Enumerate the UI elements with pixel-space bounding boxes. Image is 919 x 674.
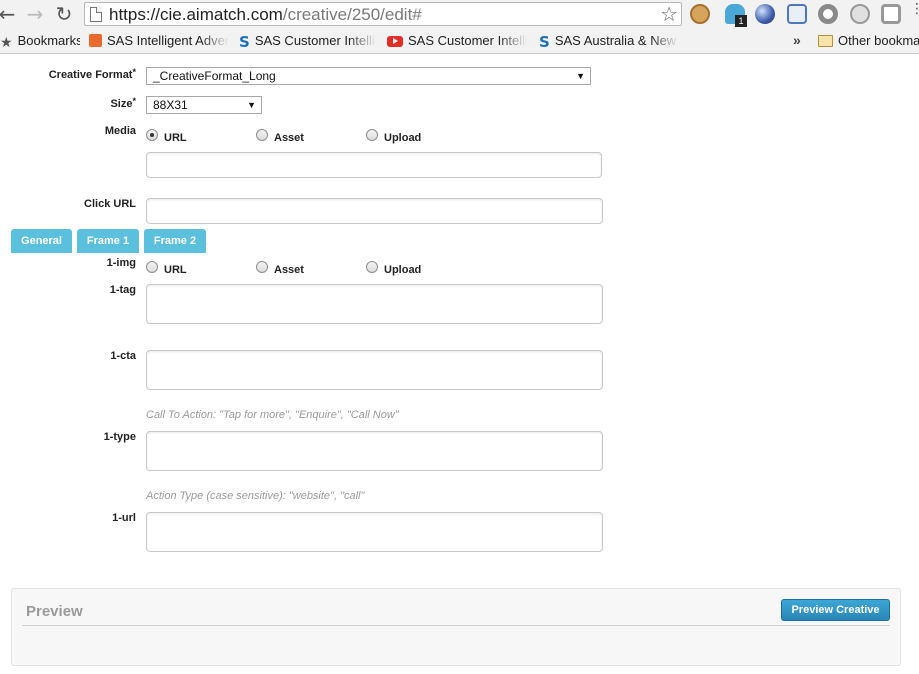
media-radio-upload-label: Upload xyxy=(384,132,422,144)
img-radio-asset[interactable] xyxy=(256,261,268,273)
bookmark-item[interactable]: S SAS Customer Intellig xyxy=(239,33,376,50)
bookmarks-bar: ★ Bookmarks SAS Intelligent Advert S SAS C… xyxy=(0,29,919,54)
menu-icon[interactable]: ⋮ xyxy=(910,1,919,15)
youtube-icon xyxy=(387,36,403,47)
sas-icon: S xyxy=(239,33,250,50)
bookmark-label: SAS Customer Intellig xyxy=(254,33,376,48)
address-bar[interactable]: https://cie.aimatch.com/creative/250/edi… xyxy=(84,2,682,26)
other-bookmarks-label: Other bookmarks xyxy=(838,33,919,48)
square-icon[interactable] xyxy=(881,4,901,24)
img-radio-upload[interactable] xyxy=(366,261,378,273)
dropdown-arrow-icon: ▼ xyxy=(576,71,585,81)
img-radio-asset-label: Asset xyxy=(274,264,304,276)
url-host: https://cie.aimatch.com xyxy=(109,5,283,24)
size-select[interactable]: 88X31 ▼ xyxy=(146,96,262,114)
frame-tag-label: 1-tag xyxy=(109,284,136,296)
bookmark-label: SAS Australia & New Z xyxy=(554,33,679,48)
orange-square-icon xyxy=(89,34,102,47)
house-icon[interactable] xyxy=(850,4,870,24)
ghost-badge: 1 xyxy=(735,15,747,27)
creative-format-select[interactable]: _CreativeFormat_Long ▼ xyxy=(146,67,591,85)
bookmark-item[interactable]: SAS Customer Intellig xyxy=(387,33,527,50)
url-text[interactable]: https://cie.aimatch.com/creative/250/edi… xyxy=(109,5,422,25)
img-radio-url[interactable] xyxy=(146,261,158,273)
media-radio-upload[interactable] xyxy=(366,129,378,141)
bookmarks-overflow-chevron[interactable]: » xyxy=(793,32,801,48)
preview-creative-button[interactable]: Preview Creative xyxy=(781,599,890,621)
frame-img-label: 1-img xyxy=(106,257,136,269)
frame-tag-textarea[interactable] xyxy=(146,284,603,324)
media-radio-url-label: URL xyxy=(164,132,187,144)
media-url-input[interactable] xyxy=(146,152,602,178)
img-radio-upload-label: Upload xyxy=(384,264,422,276)
click-url-input[interactable] xyxy=(146,198,603,224)
ring-icon[interactable] xyxy=(818,4,838,24)
sync-icon[interactable] xyxy=(787,4,807,24)
frame-type-textarea[interactable] xyxy=(146,431,603,471)
media-label: Media xyxy=(104,125,136,137)
back-arrow-icon[interactable]: ← xyxy=(0,2,18,26)
media-radio-asset[interactable] xyxy=(256,129,268,141)
media-radio-asset-label: Asset xyxy=(274,132,304,144)
media-radio-url[interactable] xyxy=(146,129,158,141)
other-bookmarks[interactable]: Other bookmarks xyxy=(818,33,919,50)
page-icon xyxy=(90,7,102,22)
globe-icon[interactable] xyxy=(755,4,775,24)
creative-format-value: _CreativeFormat_Long xyxy=(153,69,276,83)
bookmark-item[interactable]: SAS Intelligent Advert xyxy=(89,33,229,50)
tab-frame-2[interactable]: Frame 2 xyxy=(144,229,206,253)
bookmark-label: SAS Customer Intellig xyxy=(408,33,527,48)
frame-cta-label: 1-cta xyxy=(110,350,136,362)
sas-icon: S xyxy=(539,33,550,50)
cta-hint: Call To Action: "Tap for more", "Enquire… xyxy=(146,409,399,421)
frame-type-label: 1-type xyxy=(103,431,136,443)
tab-general[interactable]: General xyxy=(11,229,72,253)
cookie-icon[interactable] xyxy=(690,4,710,24)
bookmarks-label: Bookmarks xyxy=(17,33,80,48)
type-hint: Action Type (case sensitive): "website",… xyxy=(146,490,365,502)
creative-format-label: Creative Format* xyxy=(48,67,136,81)
bookmarks-manager[interactable]: ★ Bookmarks xyxy=(0,33,80,50)
size-value: 88X31 xyxy=(153,98,188,112)
click-url-label: Click URL xyxy=(84,198,136,210)
frame-cta-textarea[interactable] xyxy=(146,350,603,390)
dropdown-arrow-icon: ▼ xyxy=(247,100,256,110)
bookmark-label: SAS Intelligent Advert xyxy=(107,33,229,48)
frame-url-label: 1-url xyxy=(112,512,136,524)
reload-icon[interactable]: ↻ xyxy=(53,2,75,26)
frame-url-textarea[interactable] xyxy=(146,512,603,552)
browser-toolbar: ← → ↻ https://cie.aimatch.com/creative/2… xyxy=(0,0,919,29)
preview-panel: Preview Preview Creative xyxy=(11,588,901,666)
size-label: Size* xyxy=(110,96,136,110)
bookmarks-star-icon: ★ xyxy=(0,35,13,50)
url-path: /creative/250/edit# xyxy=(282,5,422,24)
forward-arrow-icon[interactable]: → xyxy=(24,2,46,26)
img-radio-url-label: URL xyxy=(164,264,187,276)
tab-frame-1[interactable]: Frame 1 xyxy=(77,229,139,253)
preview-title: Preview xyxy=(26,603,83,620)
bookmark-item[interactable]: S SAS Australia & New Z xyxy=(539,33,679,50)
preview-divider xyxy=(22,625,890,626)
bookmark-star-icon[interactable]: ☆ xyxy=(660,3,678,25)
folder-icon xyxy=(818,35,833,47)
